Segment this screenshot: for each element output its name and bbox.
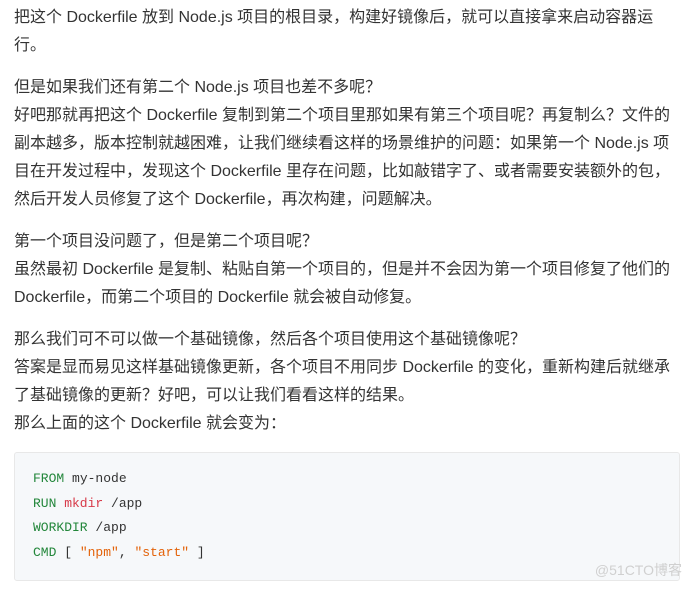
dockerfile-code-block: FROM my-node RUN mkdir /app WORKDIR /app…	[14, 452, 680, 581]
paragraph-copy-problem: 好吧那就再把这个 Dockerfile 复制到第二个项目里那如果有第三个项目呢？…	[14, 102, 680, 214]
paragraph-intro: 把这个 Dockerfile 放到 Node.js 项目的根目录，构建好镜像后，…	[14, 4, 680, 60]
paragraph-question-base-image: 那么我们可不可以做一个基础镜像，然后各个项目使用这个基础镜像呢？	[14, 326, 680, 354]
paragraph-question-fix: 第一个项目没问题了，但是第二个项目呢？	[14, 228, 680, 256]
code-line-run: RUN mkdir /app	[33, 492, 661, 517]
paragraph-not-auto-fixed: 虽然最初 Dockerfile 是复制、粘贴自第一个项目的，但是并不会因为第一个…	[14, 256, 680, 312]
code-line-from: FROM my-node	[33, 467, 661, 492]
paragraph-answer: 答案是显而易见这样基础镜像更新，各个项目不用同步 Dockerfile 的变化，…	[14, 354, 680, 410]
code-line-cmd: CMD [ "npm", "start" ]	[33, 541, 661, 566]
paragraph-result-intro: 那么上面的这个 Dockerfile 就会变为：	[14, 410, 680, 438]
paragraph-question-second: 但是如果我们还有第二个 Node.js 项目也差不多呢？	[14, 74, 680, 102]
code-line-workdir: WORKDIR /app	[33, 516, 661, 541]
